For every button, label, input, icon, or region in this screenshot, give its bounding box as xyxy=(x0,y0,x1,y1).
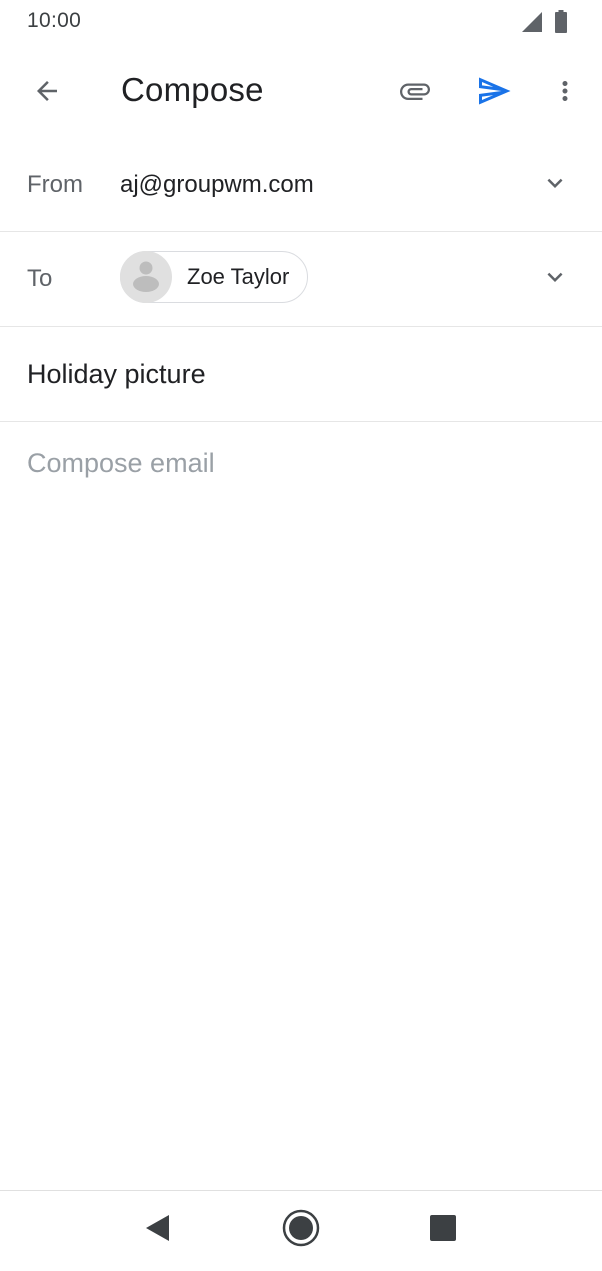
nav-home-button[interactable] xyxy=(276,1205,326,1255)
chevron-down-icon xyxy=(540,262,570,297)
more-vertical-icon xyxy=(550,76,580,111)
to-field-row: To Zoe Taylor xyxy=(0,232,602,327)
from-address[interactable]: aj@groupwm.com xyxy=(120,171,314,199)
back-button[interactable] xyxy=(22,68,72,118)
nav-back-triangle-icon xyxy=(145,1214,171,1247)
from-field-row: From aj@groupwm.com xyxy=(0,138,602,232)
person-icon xyxy=(131,258,161,297)
paperclip-icon xyxy=(397,73,433,114)
battery-icon xyxy=(555,10,567,33)
nav-recents-square-icon xyxy=(429,1214,457,1247)
cellular-signal-icon xyxy=(522,12,542,32)
nav-back-button[interactable] xyxy=(133,1205,183,1255)
nav-home-circle-icon xyxy=(281,1208,321,1253)
to-dropdown-button[interactable] xyxy=(533,257,577,301)
avatar xyxy=(120,251,172,303)
recipient-name: Zoe Taylor xyxy=(187,264,290,289)
more-options-button[interactable] xyxy=(545,68,585,118)
send-icon xyxy=(476,73,512,114)
body-placeholder: Compose email xyxy=(27,448,215,478)
system-nav-bar xyxy=(0,1190,602,1271)
subject-field[interactable]: Holiday picture xyxy=(0,327,602,422)
app-bar: Compose xyxy=(0,44,602,140)
attach-button[interactable] xyxy=(390,68,440,118)
to-label: To xyxy=(27,265,53,292)
subject-input[interactable]: Holiday picture xyxy=(27,359,206,390)
nav-recents-button[interactable] xyxy=(418,1205,468,1255)
page-title: Compose xyxy=(121,71,264,108)
arrow-back-icon xyxy=(32,76,62,111)
from-label: From xyxy=(27,171,83,198)
send-button[interactable] xyxy=(469,68,519,118)
status-time: 10:00 xyxy=(27,9,82,32)
status-bar: 10:00 xyxy=(0,0,602,44)
from-dropdown-button[interactable] xyxy=(533,163,577,207)
compose-body-field[interactable]: Compose email xyxy=(0,422,602,1190)
recipient-chip[interactable]: Zoe Taylor xyxy=(120,251,309,303)
chevron-down-icon xyxy=(540,168,570,203)
